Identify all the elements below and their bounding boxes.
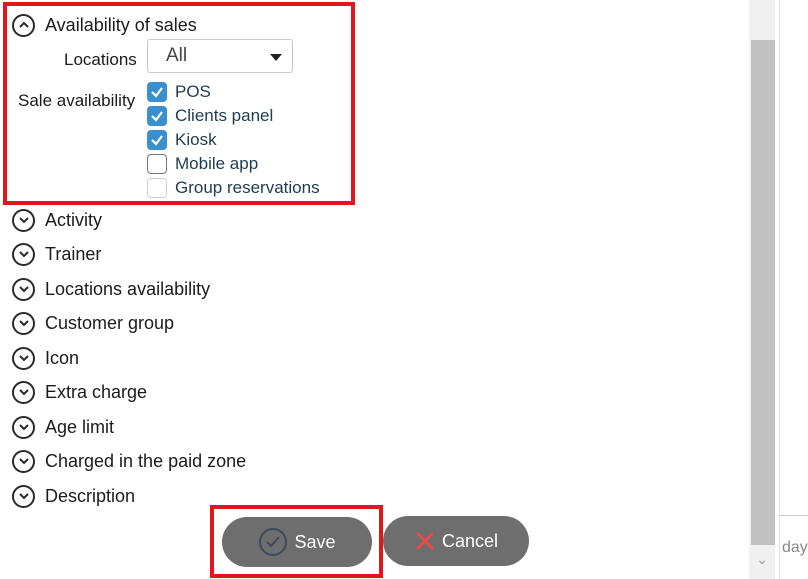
section-title: Charged in the paid zone <box>45 450 247 471</box>
chevron-down-icon[interactable] <box>12 449 35 473</box>
chevron-down-icon[interactable] <box>12 208 35 232</box>
cancel-button[interactable]: Cancel <box>383 516 529 566</box>
section-age-limit[interactable]: Age limit <box>12 414 114 440</box>
cancel-label: Cancel <box>441 530 499 551</box>
chevron-down-icon[interactable] <box>12 311 35 335</box>
checkbox-label: Group reservations <box>175 178 320 197</box>
checkbox-checked-icon[interactable] <box>147 82 167 102</box>
section-charged-in-paid-zone[interactable]: Charged in the paid zone <box>12 448 246 474</box>
check-circle-icon <box>258 527 288 557</box>
dropdown-arrow-icon <box>270 54 282 61</box>
chevron-down-icon[interactable] <box>12 277 35 301</box>
section-customer-group[interactable]: Customer group <box>12 310 174 336</box>
checkbox-pos[interactable]: POS <box>147 81 211 103</box>
locations-select[interactable]: All <box>147 39 293 73</box>
background-panel: day <box>779 0 808 579</box>
chevron-down-icon[interactable] <box>12 346 35 370</box>
section-icon[interactable]: Icon <box>12 345 79 371</box>
checkbox-checked-icon[interactable] <box>147 106 167 126</box>
checkbox-unchecked-icon[interactable] <box>147 178 167 198</box>
background-text: day <box>782 539 808 556</box>
section-trainer[interactable]: Trainer <box>12 241 101 267</box>
section-locations-availability[interactable]: Locations availability <box>12 276 210 302</box>
save-button[interactable]: Save <box>222 517 372 567</box>
section-title: Availability of sales <box>45 14 197 35</box>
chevron-down-icon[interactable] <box>12 380 35 404</box>
chevron-down-icon[interactable] <box>12 242 35 266</box>
checkbox-label: POS <box>175 82 211 101</box>
section-description[interactable]: Description <box>12 483 135 509</box>
sale-availability-label: Sale availability <box>18 91 136 110</box>
section-title: Locations availability <box>45 278 211 299</box>
chevron-down-icon[interactable] <box>12 484 35 508</box>
section-activity[interactable]: Activity <box>12 207 102 233</box>
section-title: Extra charge <box>45 381 148 402</box>
checkbox-unchecked-icon[interactable] <box>147 154 167 174</box>
save-label: Save <box>294 531 336 552</box>
checkbox-kiosk[interactable]: Kiosk <box>147 129 217 151</box>
checkbox-checked-icon[interactable] <box>147 130 167 150</box>
chevron-down-icon[interactable] <box>12 415 35 439</box>
checkbox-group-reservations[interactable]: Group reservations <box>147 177 320 199</box>
section-title: Trainer <box>45 243 102 264</box>
x-icon <box>414 530 436 552</box>
scrollbar-thumb[interactable] <box>751 40 775 545</box>
checkbox-clients-panel[interactable]: Clients panel <box>147 105 273 127</box>
checkbox-mobile-app[interactable]: Mobile app <box>147 153 258 175</box>
locations-label: Locations <box>64 50 137 69</box>
section-title: Description <box>45 485 136 506</box>
section-title: Icon <box>45 347 80 368</box>
scroll-down-icon[interactable]: ⌄ <box>752 549 772 569</box>
section-title: Customer group <box>45 312 175 333</box>
checkbox-label: Clients panel <box>175 106 274 125</box>
chevron-up-icon[interactable] <box>12 13 35 37</box>
section-title: Activity <box>45 209 103 230</box>
section-extra-charge[interactable]: Extra charge <box>12 379 147 405</box>
checkbox-label: Kiosk <box>175 130 217 149</box>
section-availability-of-sales[interactable]: Availability of sales <box>12 12 197 38</box>
section-title: Age limit <box>45 416 115 437</box>
locations-value: All <box>166 45 188 66</box>
checkbox-label: Mobile app <box>175 154 259 173</box>
